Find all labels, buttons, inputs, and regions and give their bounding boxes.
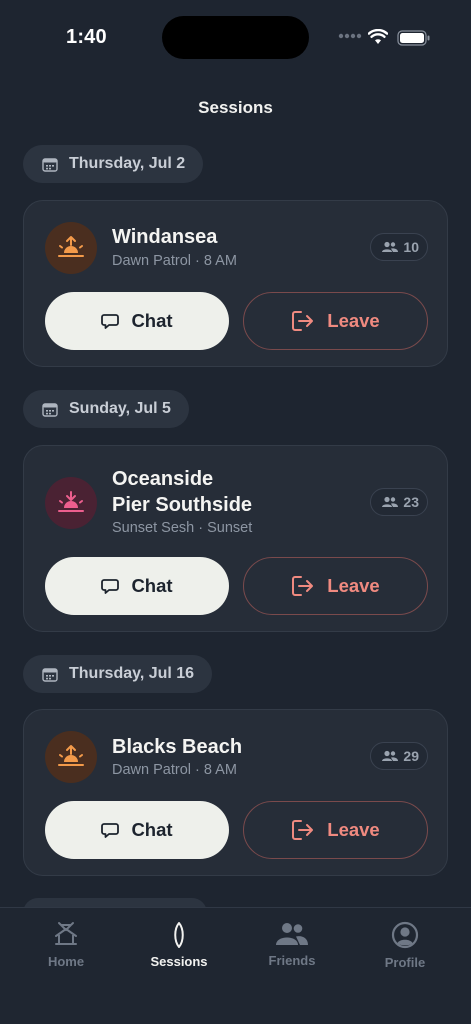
spot-name-line2: Pier Southside <box>112 494 253 516</box>
date-label: Thursday, Jul 16 <box>69 665 195 682</box>
chat-bubble-icon <box>101 578 120 594</box>
session-card[interactable]: Windansea Dawn Patrol · 8 AM 10 Chat Lea… <box>23 200 448 367</box>
attendee-count-badge: 23 <box>370 488 428 516</box>
battery-icon <box>397 30 430 46</box>
people-icon <box>382 750 399 761</box>
leave-button[interactable]: Leave <box>243 557 428 615</box>
leave-icon <box>292 820 314 840</box>
attendee-count: 23 <box>403 494 419 510</box>
friends-icon <box>276 923 308 945</box>
leave-button-label: Leave <box>327 310 380 331</box>
calendar-icon <box>42 402 58 417</box>
chat-button-label: Chat <box>131 819 173 840</box>
chat-button-label: Chat <box>131 575 173 596</box>
sunrise-icon <box>58 745 84 766</box>
surfboard-icon <box>174 922 184 948</box>
spot-name: Windansea <box>112 226 218 248</box>
chat-button[interactable]: Chat <box>45 801 229 859</box>
date-header: Thursday, Jul 2 <box>23 145 204 183</box>
attendee-count-badge: 10 <box>370 233 428 261</box>
session-meta: Dawn Patrol · 8 AM <box>112 253 237 269</box>
chat-bubble-icon <box>101 313 120 329</box>
profile-icon <box>391 921 419 949</box>
session-avatar <box>45 222 97 274</box>
page-title: Sessions <box>198 98 273 117</box>
calendar-icon <box>42 157 58 172</box>
leave-button[interactable]: Leave <box>243 292 428 350</box>
session-avatar <box>45 477 97 529</box>
attendee-count-badge: 29 <box>370 742 428 770</box>
session-meta: Sunset Sesh · Sunset <box>112 520 253 536</box>
session-avatar <box>45 731 97 783</box>
session-card[interactable]: Blacks Beach Dawn Patrol · 8 AM 29 Chat … <box>23 709 448 876</box>
chat-button-label: Chat <box>131 310 173 331</box>
status-bar: 1:40 <box>0 0 471 78</box>
date-label: Thursday, Jul 2 <box>69 155 186 172</box>
tab-home-label: Home <box>47 954 85 969</box>
wifi-icon <box>368 29 388 44</box>
leave-button[interactable]: Leave <box>243 801 428 859</box>
session-meta: Dawn Patrol · 8 AM <box>112 762 237 778</box>
tab-profile-label: Profile <box>384 955 426 970</box>
chat-button[interactable]: Chat <box>45 292 229 350</box>
spot-name: Blacks Beach <box>112 736 243 758</box>
attendee-count: 29 <box>403 748 419 764</box>
leave-icon <box>292 311 314 331</box>
chat-button[interactable]: Chat <box>45 557 229 615</box>
status-time: 1:40 <box>66 26 107 48</box>
home-icon <box>55 922 77 945</box>
dynamic-island <box>162 16 309 59</box>
tab-friends-label: Friends <box>268 953 316 968</box>
tab-bar: Home Sessions Friends Profile <box>0 907 471 1024</box>
calendar-icon <box>42 667 58 682</box>
tab-sessions-label: Sessions <box>150 954 208 969</box>
sunrise-icon <box>58 236 84 257</box>
date-label: Sunday, Jul 5 <box>69 400 171 417</box>
leave-button-label: Leave <box>327 575 380 596</box>
date-header: Sunday, Jul 5 <box>23 390 189 428</box>
people-icon <box>382 241 399 252</box>
leave-icon <box>292 576 314 596</box>
cellular-signal-icon <box>338 33 362 39</box>
spot-name: Oceanside <box>112 468 214 490</box>
session-card[interactable]: Oceanside Pier Southside Sunset Sesh · S… <box>23 445 448 632</box>
attendee-count: 10 <box>403 239 419 255</box>
date-header: Thursday, Jul 16 <box>23 655 213 693</box>
leave-button-label: Leave <box>327 819 380 840</box>
people-icon <box>382 496 399 507</box>
sunset-icon <box>58 491 84 512</box>
chat-bubble-icon <box>101 822 120 838</box>
